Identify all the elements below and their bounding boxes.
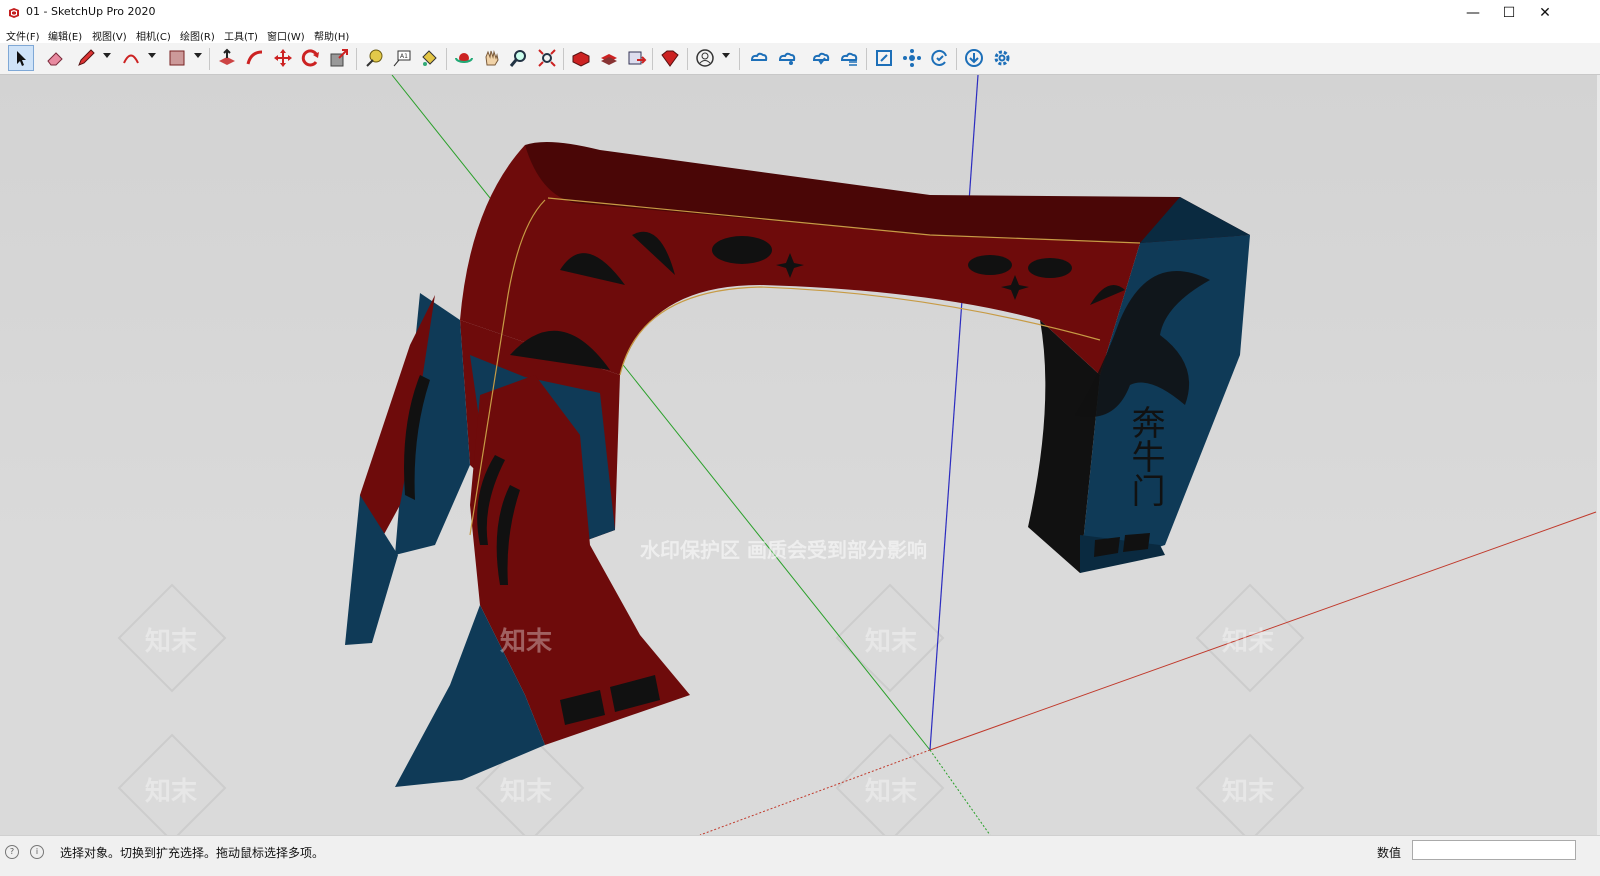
title-bar: 01 - SketchUp Pro 2020 — ☐ ✕ bbox=[0, 0, 1600, 26]
menu-draw[interactable]: 绘图(R) bbox=[180, 28, 215, 43]
measurements-label: 数值 bbox=[1377, 846, 1402, 860]
3d-viewport[interactable]: 奔牛门 水印保护区 画质会受到部分影响 知末 知末 知末 知末 知末 知末 知末… bbox=[0, 75, 1600, 835]
rectangle-tool-icon[interactable] bbox=[164, 45, 190, 71]
follow-me-tool-icon[interactable] bbox=[242, 45, 268, 71]
ground-plane bbox=[0, 550, 1600, 835]
toolbar-separator bbox=[209, 48, 210, 70]
cloud-list-icon[interactable] bbox=[836, 45, 862, 71]
watermark-notice: 水印保护区 画质会受到部分影响 bbox=[640, 538, 927, 562]
move-tool-icon[interactable] bbox=[270, 45, 296, 71]
svg-text:知末: 知末 bbox=[145, 627, 198, 657]
measurements-input[interactable] bbox=[1412, 840, 1576, 860]
zoom-tool-icon[interactable] bbox=[506, 45, 532, 71]
svg-text:知末: 知末 bbox=[500, 777, 553, 807]
gate-inscription: 奔牛门 bbox=[1125, 405, 1165, 507]
paint-bucket-tool-icon[interactable] bbox=[416, 45, 442, 71]
close-button[interactable]: ✕ bbox=[1527, 0, 1563, 26]
arc-tool-icon[interactable] bbox=[118, 45, 144, 71]
components-icon[interactable] bbox=[899, 45, 925, 71]
select-tool-icon[interactable] bbox=[8, 45, 34, 71]
shape-dropdown-arrow-icon[interactable] bbox=[194, 53, 202, 58]
toolbar-separator bbox=[356, 48, 357, 70]
settings-gear-icon[interactable] bbox=[989, 45, 1015, 71]
toolbar-separator bbox=[563, 48, 564, 70]
menu-camera[interactable]: 相机(C) bbox=[136, 28, 171, 43]
cloud-upload-icon[interactable] bbox=[808, 45, 834, 71]
window-title: 01 - SketchUp Pro 2020 bbox=[26, 5, 156, 18]
rotate-tool-icon[interactable] bbox=[298, 45, 324, 71]
3d-warehouse-icon[interactable] bbox=[568, 45, 594, 71]
svg-text:知末: 知末 bbox=[865, 627, 918, 657]
scale-tool-icon[interactable] bbox=[326, 45, 352, 71]
menu-bar: 文件(F) 编辑(E) 视图(V) 相机(C) 绘图(R) 工具(T) 窗口(W… bbox=[0, 26, 1600, 43]
menu-tools[interactable]: 工具(T) bbox=[224, 28, 258, 43]
svg-text:知末: 知末 bbox=[865, 777, 918, 807]
cloud-share-icon[interactable] bbox=[774, 45, 800, 71]
toolbar-separator bbox=[866, 48, 867, 70]
sketchup-logo-icon bbox=[9, 8, 19, 18]
refresh-check-icon[interactable] bbox=[927, 45, 953, 71]
status-message: 选择对象。切换到扩充选择。拖动鼠标选择多项。 bbox=[60, 846, 325, 860]
pencil-line-tool-icon[interactable] bbox=[73, 45, 99, 71]
toolbar-separator bbox=[652, 48, 653, 70]
svg-text:知末: 知末 bbox=[500, 627, 553, 657]
main-toolbar: A1 bbox=[0, 43, 1600, 75]
eraser-tool-icon[interactable] bbox=[42, 45, 68, 71]
status-bar: ? i 选择对象。切换到扩充选择。拖动鼠标选择多项。 数值 bbox=[0, 835, 1600, 876]
toolbar-separator bbox=[739, 48, 740, 70]
zoom-window-icon[interactable] bbox=[871, 45, 897, 71]
orbit-tool-icon[interactable] bbox=[451, 45, 477, 71]
menu-view[interactable]: 视图(V) bbox=[92, 28, 127, 43]
text-tool-icon[interactable]: A1 bbox=[389, 45, 415, 71]
tape-measure-tool-icon[interactable] bbox=[361, 45, 387, 71]
toolbar-separator bbox=[956, 48, 957, 70]
send-to-layout-icon[interactable] bbox=[624, 45, 650, 71]
instructor-info-icon[interactable]: i bbox=[30, 845, 44, 859]
menu-help[interactable]: 帮助(H) bbox=[314, 28, 349, 43]
svg-text:知末: 知末 bbox=[1222, 627, 1275, 657]
cloud-sync-icon[interactable] bbox=[746, 45, 772, 71]
minimize-button[interactable]: — bbox=[1455, 0, 1491, 26]
line-dropdown-arrow-icon[interactable] bbox=[103, 53, 111, 58]
svg-text:知末: 知末 bbox=[145, 777, 198, 807]
maximize-button[interactable]: ☐ bbox=[1491, 0, 1527, 26]
menu-file[interactable]: 文件(F) bbox=[6, 28, 40, 43]
extension-warehouse-icon[interactable] bbox=[596, 45, 622, 71]
geo-location-icon[interactable]: ? bbox=[5, 845, 19, 859]
toolbar-separator bbox=[687, 48, 688, 70]
pan-tool-icon[interactable] bbox=[479, 45, 505, 71]
model-canvas[interactable]: 奔牛门 水印保护区 画质会受到部分影响 知末 知末 知末 知末 知末 知末 知末… bbox=[0, 75, 1600, 835]
toolbar-separator bbox=[446, 48, 447, 70]
arc-dropdown-arrow-icon[interactable] bbox=[148, 53, 156, 58]
extension-manager-icon[interactable] bbox=[657, 45, 683, 71]
account-dropdown-arrow-icon[interactable] bbox=[722, 53, 730, 58]
download-icon[interactable] bbox=[961, 45, 987, 71]
push-pull-tool-icon[interactable] bbox=[214, 45, 240, 71]
svg-text:知末: 知末 bbox=[1222, 777, 1275, 807]
account-icon[interactable] bbox=[692, 45, 718, 71]
menu-window[interactable]: 窗口(W) bbox=[267, 28, 305, 43]
menu-edit[interactable]: 编辑(E) bbox=[48, 28, 82, 43]
zoom-extents-tool-icon[interactable] bbox=[534, 45, 560, 71]
svg-text:A1: A1 bbox=[400, 53, 408, 60]
